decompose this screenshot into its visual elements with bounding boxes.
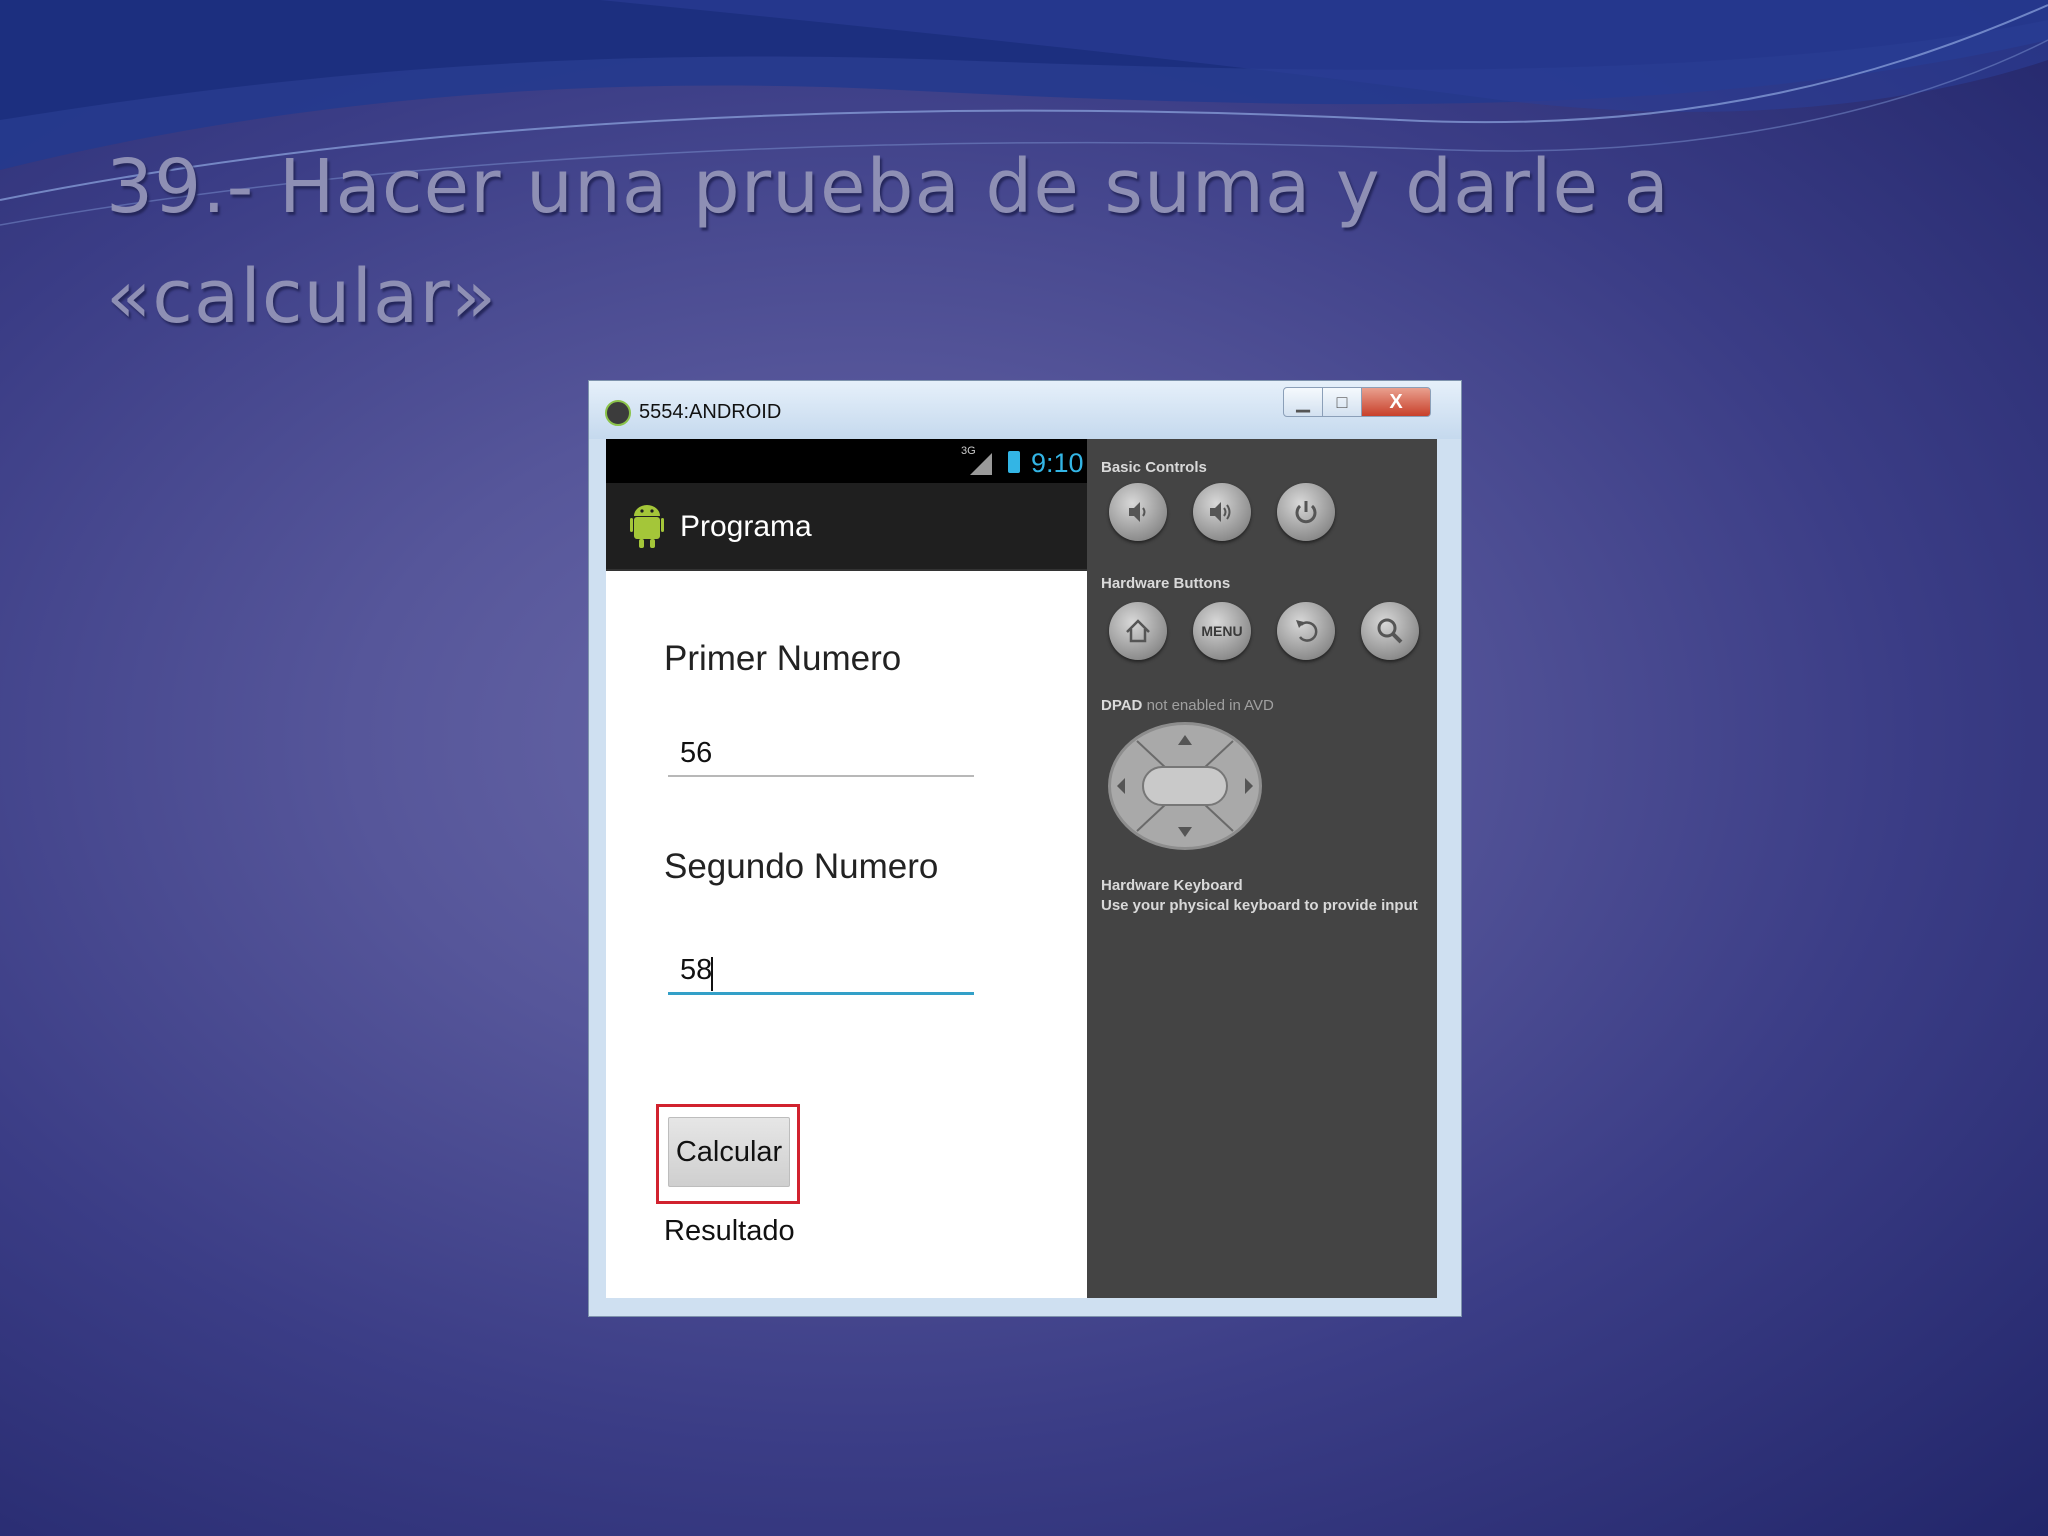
phone-screen: 3G 9:10 Programa Primer Numero Segundo N…: [606, 439, 1087, 1298]
dpad-note: not enabled in AVD: [1146, 697, 1274, 714]
battery-icon: [1008, 451, 1020, 473]
slide-title: 39.- Hacer una prueba de suma y darle a …: [106, 132, 1906, 352]
calcular-button[interactable]: Calcular: [668, 1117, 790, 1187]
volume-down-button[interactable]: [1109, 483, 1167, 541]
power-button[interactable]: [1277, 483, 1335, 541]
android-robot-icon: [630, 505, 664, 548]
volume-up-button[interactable]: [1193, 483, 1251, 541]
second-number-input[interactable]: [668, 949, 974, 995]
hardware-keyboard-title: Hardware Keyboard: [1101, 877, 1243, 894]
maximize-icon: □: [1336, 392, 1348, 412]
signal-icon: [970, 453, 992, 475]
minimize-button[interactable]: ▁: [1283, 387, 1323, 417]
dpad-label: DPAD: [1101, 697, 1143, 714]
basic-controls-title: Basic Controls: [1101, 459, 1207, 476]
status-bar: 3G 9:10: [606, 439, 1087, 483]
volume-up-icon: [1210, 502, 1231, 522]
close-button[interactable]: X: [1361, 387, 1431, 417]
power-icon: [1295, 501, 1317, 524]
search-button[interactable]: [1361, 602, 1419, 660]
app-title: Programa: [680, 510, 812, 543]
first-number-input[interactable]: [668, 731, 974, 777]
volume-down-icon: [1129, 502, 1146, 522]
android-app-icon: [605, 400, 631, 426]
slide-title-line-1: 39.- Hacer una prueba de suma y darle a: [106, 144, 1670, 230]
window-title: 5554:ANDROID: [639, 401, 782, 423]
action-bar: Programa: [606, 483, 1087, 571]
menu-button[interactable]: MENU: [1193, 602, 1251, 660]
result-label: Resultado: [664, 1215, 795, 1247]
back-button[interactable]: [1277, 602, 1335, 660]
first-number-label: Primer Numero: [664, 639, 902, 678]
status-time: 9:10: [1031, 448, 1084, 478]
menu-button-label: MENU: [1201, 623, 1243, 639]
window-titlebar[interactable]: 5554:ANDROID ▁ □ X: [589, 381, 1461, 439]
dpad-control[interactable]: [1107, 721, 1263, 851]
slide-title-line-2: «calcular»: [106, 254, 498, 340]
close-icon: X: [1389, 391, 1403, 413]
text-cursor: [711, 957, 713, 991]
back-icon: [1296, 620, 1318, 642]
controls-panel: Basic Controls Hardware Buttons MENU DPA…: [1087, 439, 1437, 1298]
maximize-button[interactable]: □: [1322, 387, 1362, 417]
emulator-window: 5554:ANDROID ▁ □ X 3G 9:10 Programa Prim…: [588, 380, 1462, 1317]
second-number-label: Segundo Numero: [664, 847, 939, 886]
home-button[interactable]: [1109, 602, 1167, 660]
home-icon: [1126, 619, 1150, 643]
hardware-keyboard-note: Use your physical keyboard to provide in…: [1101, 897, 1418, 914]
hardware-buttons-title: Hardware Buttons: [1101, 575, 1231, 592]
search-icon: [1377, 618, 1403, 644]
dpad-title: DPAD not enabled in AVD: [1101, 697, 1274, 714]
minimize-icon: ▁: [1296, 392, 1310, 412]
